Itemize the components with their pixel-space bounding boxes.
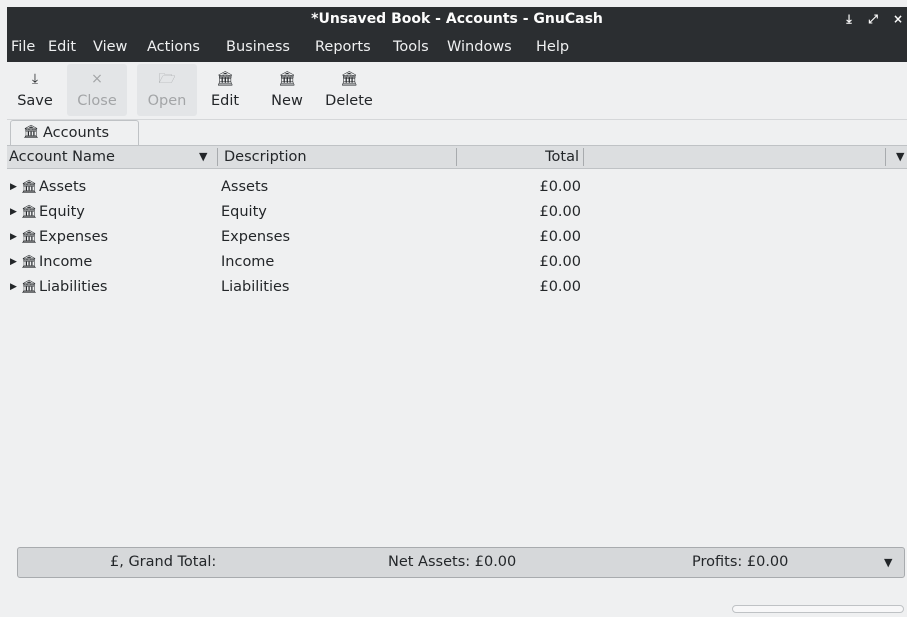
column-chooser-icon[interactable]: ▼ — [896, 146, 904, 168]
net-assets-value: Net Assets: £0.00 — [388, 554, 517, 570]
edit-account-icon: 🏛 — [216, 71, 234, 87]
account-name: Liabilities — [39, 279, 108, 295]
tab-strip: 🏛 Accounts — [7, 120, 907, 145]
expand-arrow-icon[interactable]: ▶ — [10, 175, 17, 200]
menu-windows[interactable]: Windows — [447, 32, 512, 62]
status-bar — [7, 580, 907, 617]
gnucash-window: *Unsaved Book - Accounts - GnuCash ⤓ ⤢ ×… — [7, 7, 907, 617]
expand-arrow-icon[interactable]: ▶ — [10, 225, 17, 250]
account-name: Income — [39, 254, 93, 270]
menu-business[interactable]: Business — [226, 32, 290, 62]
column-separator — [583, 148, 584, 166]
title-bar: *Unsaved Book - Accounts - GnuCash ⤓ ⤢ × — [7, 7, 907, 32]
close-label: Close — [77, 93, 117, 109]
account-description: Assets — [221, 179, 269, 195]
column-account-name[interactable]: Account Name — [9, 146, 115, 168]
open-label: Open — [147, 93, 187, 109]
account-description: Liabilities — [221, 279, 290, 295]
account-name: Equity — [39, 204, 85, 220]
new-label: New — [271, 93, 303, 109]
new-account-icon: 🏛 — [278, 71, 296, 87]
menu-bar: File Edit View Actions Business Reports … — [7, 32, 907, 62]
account-icon: 🏛 — [21, 255, 38, 270]
save-icon: ⤓ — [31, 71, 39, 87]
new-account-button[interactable]: 🏛 New — [259, 64, 315, 116]
window-title: *Unsaved Book - Accounts - GnuCash — [311, 11, 603, 27]
column-separator — [885, 148, 886, 166]
delete-label: Delete — [325, 93, 373, 109]
minimize-icon[interactable]: ⤓ — [840, 7, 858, 32]
menu-file[interactable]: File — [11, 32, 35, 62]
account-total: £0.00 — [539, 279, 581, 295]
column-separator — [217, 148, 218, 166]
tab-accounts[interactable]: 🏛 Accounts — [10, 120, 139, 145]
progress-bar — [732, 605, 904, 613]
toolbar: ⤓ Save × Close 🗁 Open 🏛 Edit 🏛 New 🏛 Del… — [7, 62, 907, 120]
account-name: Expenses — [39, 229, 109, 245]
accounts-icon: 🏛 — [23, 125, 40, 140]
account-description: Equity — [221, 204, 267, 220]
table-row[interactable]: ▶ 🏛 Equity Equity £0.00 — [7, 200, 907, 225]
close-window-icon[interactable]: × — [889, 7, 907, 32]
account-total: £0.00 — [539, 204, 581, 220]
edit-button[interactable]: 🏛 Edit — [203, 64, 247, 116]
column-total[interactable]: Total — [527, 146, 579, 168]
save-label: Save — [17, 93, 53, 109]
account-name: Assets — [39, 179, 87, 195]
menu-tools[interactable]: Tools — [393, 32, 429, 62]
column-separator — [456, 148, 457, 166]
open-button[interactable]: 🗁 Open — [137, 64, 197, 116]
close-icon: × — [91, 71, 103, 87]
menu-view[interactable]: View — [93, 32, 127, 62]
account-total: £0.00 — [539, 254, 581, 270]
sort-arrow-icon[interactable]: ▼ — [199, 146, 207, 168]
account-total: £0.00 — [539, 179, 581, 195]
menu-help[interactable]: Help — [536, 32, 569, 62]
account-icon: 🏛 — [21, 180, 38, 195]
table-row[interactable]: ▶ 🏛 Income Income £0.00 — [7, 250, 907, 275]
account-icon: 🏛 — [21, 230, 38, 245]
save-button[interactable]: ⤓ Save — [9, 64, 61, 116]
expand-arrow-icon[interactable]: ▶ — [10, 200, 17, 225]
accounts-tree: Account Name ▼ Description Total ▼ ▶ 🏛 A… — [7, 145, 907, 545]
account-description: Expenses — [221, 229, 291, 245]
expand-arrow-icon[interactable]: ▶ — [10, 250, 17, 275]
grand-total-label: £, Grand Total: — [110, 554, 217, 570]
maximize-icon[interactable]: ⤢ — [864, 7, 882, 32]
expand-arrow-icon[interactable]: ▶ — [10, 275, 17, 300]
delete-account-icon: 🏛 — [340, 71, 358, 87]
menu-actions[interactable]: Actions — [147, 32, 200, 62]
summary-bar[interactable]: £, Grand Total: Net Assets: £0.00 Profit… — [17, 547, 905, 578]
tab-accounts-label: Accounts — [43, 125, 110, 141]
delete-account-button[interactable]: 🏛 Delete — [317, 64, 381, 116]
profits-value: Profits: £0.00 — [692, 554, 789, 570]
tree-header: Account Name ▼ Description Total ▼ — [7, 145, 907, 169]
account-icon: 🏛 — [21, 205, 38, 220]
open-icon: 🗁 — [158, 71, 176, 87]
menu-reports[interactable]: Reports — [315, 32, 371, 62]
table-row[interactable]: ▶ 🏛 Expenses Expenses £0.00 — [7, 225, 907, 250]
account-icon: 🏛 — [21, 280, 38, 295]
close-button[interactable]: × Close — [67, 64, 127, 116]
table-row[interactable]: ▶ 🏛 Liabilities Liabilities £0.00 — [7, 275, 907, 300]
account-description: Income — [221, 254, 275, 270]
menu-edit[interactable]: Edit — [48, 32, 76, 62]
column-description[interactable]: Description — [224, 146, 307, 168]
summary-dropdown-icon[interactable]: ▼ — [884, 548, 892, 577]
edit-label: Edit — [210, 93, 240, 109]
account-total: £0.00 — [539, 229, 581, 245]
table-row[interactable]: ▶ 🏛 Assets Assets £0.00 — [7, 175, 907, 200]
